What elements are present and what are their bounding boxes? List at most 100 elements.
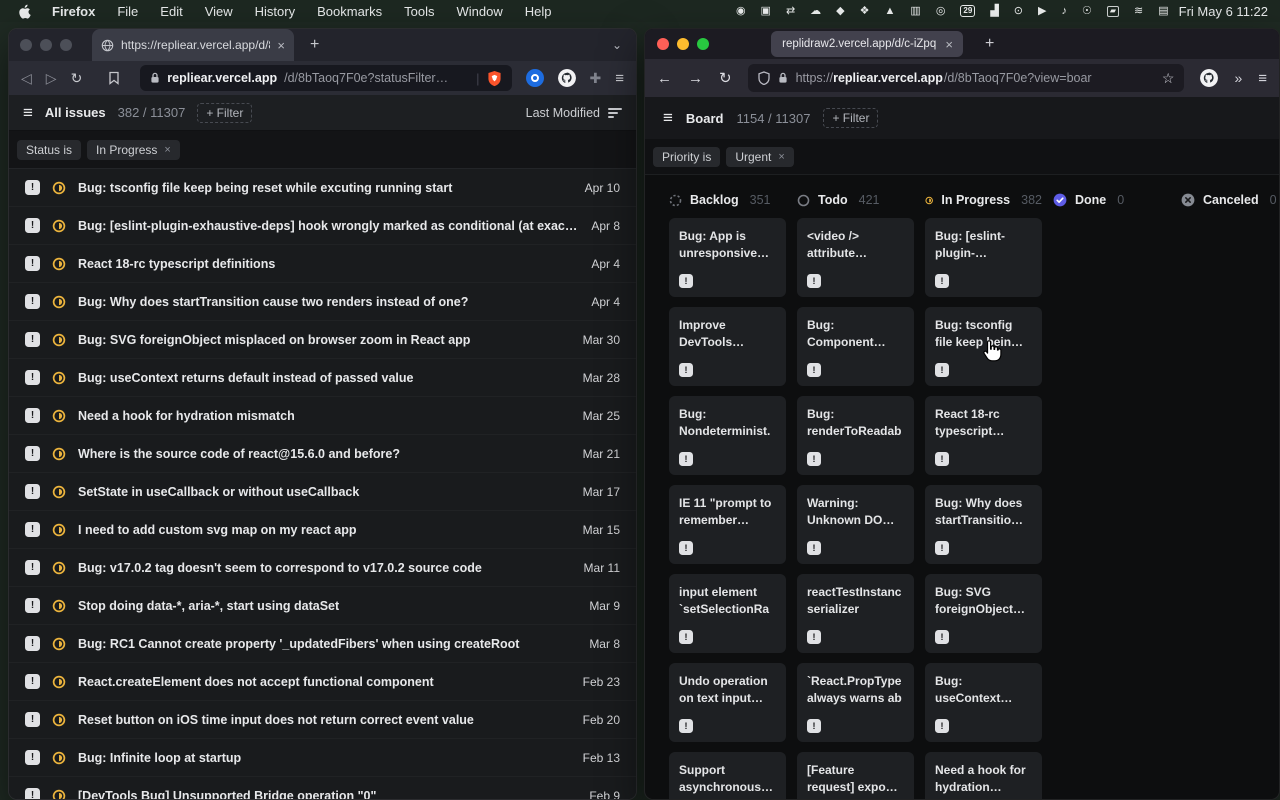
onepassword-extension-icon[interactable]	[526, 69, 544, 87]
issue-card[interactable]: Bug: Why does startTransitio… !	[925, 485, 1042, 564]
filter-value-chip[interactable]: In Progress ×	[87, 140, 180, 160]
issue-card[interactable]: Bug: Nondeterminist. !	[669, 396, 786, 475]
reload-button[interactable]: ↻	[71, 70, 83, 87]
stats-icon[interactable]: ▟	[990, 6, 998, 17]
forward-button[interactable]: →	[688, 70, 703, 87]
menu-bookmarks[interactable]: Bookmarks	[306, 4, 393, 19]
tab-close-icon[interactable]: ×	[277, 38, 285, 53]
bookmark-star-icon[interactable]: ☆	[1162, 70, 1175, 87]
issue-card[interactable]: Bug: App is unresponsive… !	[669, 218, 786, 297]
new-tab-button[interactable]: +	[985, 35, 994, 53]
notion-icon[interactable]: ▥	[910, 6, 920, 17]
menu-help[interactable]: Help	[514, 4, 563, 19]
issue-card[interactable]: React 18-rc typescript… !	[925, 396, 1042, 475]
cloud-icon[interactable]: ☁	[810, 6, 821, 17]
issue-card[interactable]: `React.PropType always warns ab !	[797, 663, 914, 742]
issue-row[interactable]: ! Bug: useContext returns default instea…	[9, 359, 636, 397]
issue-row[interactable]: ! Bug: Why does startTransition cause tw…	[9, 283, 636, 321]
issue-card[interactable]: <video /> attribute… !	[797, 218, 914, 297]
issue-row[interactable]: ! I need to add custom svg map on my rea…	[9, 511, 636, 549]
extensions-puzzle-icon[interactable]: ✚	[590, 70, 602, 87]
issue-row[interactable]: ! Bug: Infinite loop at startup Feb 13	[9, 739, 636, 777]
issue-card[interactable]: reactTestInstanc serializer !	[797, 574, 914, 653]
onepassword-icon[interactable]: ◎	[936, 6, 946, 17]
browser-tab[interactable]: replidraw2.vercel.app/d/c-iZpq ×	[771, 31, 963, 57]
issue-card[interactable]: [Feature request] expo… !	[797, 752, 914, 800]
bookmark-icon[interactable]	[108, 71, 120, 85]
issue-row[interactable]: ! React 18-rc typescript definitions Apr…	[9, 245, 636, 283]
filter-field-chip[interactable]: Status is	[17, 140, 81, 160]
menu-tools[interactable]: Tools	[393, 4, 445, 19]
menu-view[interactable]: View	[194, 4, 244, 19]
back-button[interactable]: ◁	[21, 70, 32, 87]
menu-file[interactable]: File	[106, 4, 149, 19]
issue-card[interactable]: Support asynchronous… !	[669, 752, 786, 800]
browser-menu-icon[interactable]: ≡	[1258, 70, 1267, 87]
issue-card[interactable]: Bug: useContext… !	[925, 663, 1042, 742]
issue-row[interactable]: ! Reset button on iOS time input does no…	[9, 701, 636, 739]
siri-icon[interactable]: ☉	[1082, 6, 1092, 17]
sidebar-menu-icon[interactable]: ≡	[23, 103, 33, 123]
menu-history[interactable]: History	[244, 4, 306, 19]
issue-card[interactable]: input element `setSelectionRa !	[669, 574, 786, 653]
browser-menu-icon[interactable]: ≡	[615, 70, 624, 87]
issue-row[interactable]: ! [DevTools Bug] Unsupported Bridge oper…	[9, 777, 636, 800]
menu-clock[interactable]: Fri May 6 11:22	[1179, 4, 1268, 19]
sort-order-label[interactable]: Last Modified	[526, 106, 600, 120]
issue-card[interactable]: Warning: Unknown DO… !	[797, 485, 914, 564]
tab-list-chevron-icon[interactable]: ⌄	[612, 38, 622, 52]
remove-filter-icon[interactable]: ×	[778, 151, 784, 163]
reload-button[interactable]: ↻	[719, 69, 732, 87]
display-icon[interactable]: ▣	[761, 6, 771, 17]
close-window-button[interactable]	[20, 39, 32, 51]
sidebar-menu-icon[interactable]: ≡	[663, 108, 673, 128]
calendar-icon[interactable]: 29	[960, 5, 975, 17]
issue-card[interactable]: Bug: renderToReadab !	[797, 396, 914, 475]
wifi-icon[interactable]: ≋	[1134, 6, 1143, 17]
control-center-icon[interactable]: ▤	[1158, 6, 1168, 17]
add-filter-button[interactable]: + Filter	[197, 103, 252, 123]
issue-card[interactable]: Bug: Component… !	[797, 307, 914, 386]
apple-menu[interactable]	[18, 4, 31, 19]
filter-value-chip[interactable]: Urgent ×	[726, 147, 793, 167]
issue-card[interactable]: Need a hook for hydration… !	[925, 752, 1042, 800]
issue-row[interactable]: ! Bug: [eslint-plugin-exhaustive-deps] h…	[9, 207, 636, 245]
issue-row[interactable]: ! SetState in useCallback or without use…	[9, 473, 636, 511]
menu-window[interactable]: Window	[446, 4, 514, 19]
issue-card[interactable]: Bug: [eslint- plugin-… !	[925, 218, 1042, 297]
address-bar[interactable]: repliear.vercel.app /d/8bTaoq7F0e?status…	[140, 65, 511, 91]
filter-field-chip[interactable]: Priority is	[653, 147, 720, 167]
new-tab-button[interactable]: +	[310, 36, 319, 54]
brave-shield-icon[interactable]	[487, 70, 502, 87]
issue-row[interactable]: ! Bug: v17.0.2 tag doesn't seem to corre…	[9, 549, 636, 587]
play-icon[interactable]: ▶	[1038, 6, 1046, 17]
sync-icon[interactable]: ⇄	[786, 6, 795, 17]
battery-icon[interactable]: ▰	[1107, 6, 1119, 17]
issue-card[interactable]: IE 11 "prompt to remember… !	[669, 485, 786, 564]
zoom-window-button[interactable]	[60, 39, 72, 51]
issue-row[interactable]: ! Where is the source code of react@15.6…	[9, 435, 636, 473]
vercel-icon[interactable]: ▲	[885, 6, 896, 17]
forward-button[interactable]: ▷	[46, 70, 57, 87]
github-extension-icon[interactable]	[558, 69, 576, 87]
tracking-shield-icon[interactable]	[758, 71, 770, 85]
menu-firefox[interactable]: Firefox	[41, 4, 106, 19]
address-bar[interactable]: https:// repliear.vercel.app /d/8bTaoq7F…	[748, 64, 1185, 92]
add-filter-button[interactable]: + Filter	[823, 108, 878, 128]
issue-row[interactable]: ! Stop doing data-*, aria-*, start using…	[9, 587, 636, 625]
overflow-menu-icon[interactable]: »	[1234, 70, 1242, 86]
minimize-window-button[interactable]	[677, 38, 689, 50]
remove-filter-icon[interactable]: ×	[164, 144, 170, 156]
issue-row[interactable]: ! Bug: tsconfig file keep being reset wh…	[9, 169, 636, 207]
browser-tab[interactable]: https://repliear.vercel.app/d/8b ×	[92, 29, 294, 61]
screen-record-icon[interactable]: ◉	[736, 6, 746, 17]
github-account-icon[interactable]	[1200, 69, 1218, 87]
menu-edit[interactable]: Edit	[149, 4, 193, 19]
volume-icon[interactable]: ♪	[1061, 6, 1067, 17]
issue-card[interactable]: Improve DevTools… !	[669, 307, 786, 386]
issue-row[interactable]: ! Need a hook for hydration mismatch Mar…	[9, 397, 636, 435]
dropbox-icon[interactable]: ❖	[860, 6, 870, 17]
close-window-button[interactable]	[657, 38, 669, 50]
sort-icon[interactable]	[608, 108, 622, 118]
minimize-window-button[interactable]	[40, 39, 52, 51]
